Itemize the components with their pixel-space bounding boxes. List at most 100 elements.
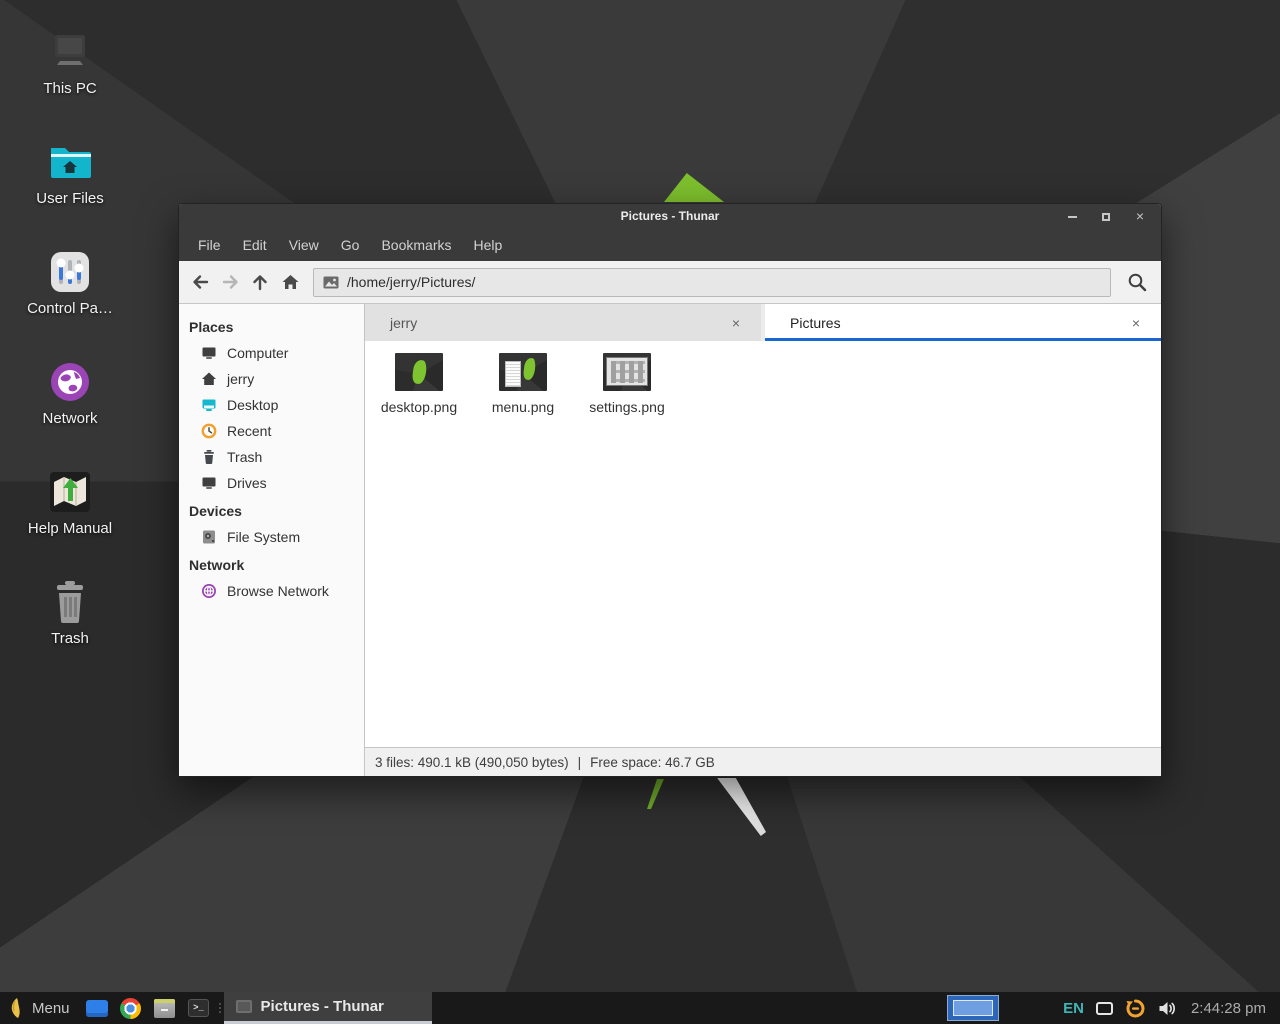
sidebar-item-label: Computer bbox=[227, 345, 288, 361]
window-body: Places Computer jerry bbox=[179, 304, 1161, 776]
status-bar: 3 files: 490.1 kB (490,050 bytes) | Free… bbox=[365, 747, 1161, 776]
desktop-icon-label: Control Pa… bbox=[10, 300, 130, 317]
sidebar-item-desktop[interactable]: Desktop bbox=[179, 392, 364, 418]
tray-display-item[interactable] bbox=[1090, 992, 1119, 1024]
applications-menu-button[interactable]: Menu bbox=[0, 992, 80, 1024]
file-thumbnail bbox=[395, 353, 443, 391]
path-text: /home/jerry/Pictures/ bbox=[347, 274, 475, 290]
tab-bar: jerry × Pictures × bbox=[365, 304, 1161, 341]
search-button[interactable] bbox=[1119, 267, 1155, 297]
tab-close-icon[interactable]: × bbox=[1127, 313, 1145, 333]
launcher-archive[interactable] bbox=[148, 992, 182, 1024]
tab-close-icon[interactable]: × bbox=[727, 313, 745, 333]
filesystem-drive-icon bbox=[201, 529, 217, 545]
desktop-icon-label: Trash bbox=[10, 630, 130, 647]
sidebar-item-home[interactable]: jerry bbox=[179, 366, 364, 392]
path-input[interactable]: /home/jerry/Pictures/ bbox=[313, 268, 1111, 297]
thumbnail-logo-shape bbox=[523, 357, 537, 380]
file-desktop-png[interactable]: desktop.png bbox=[371, 351, 467, 415]
forward-button[interactable] bbox=[215, 267, 245, 297]
active-workspace bbox=[953, 1000, 993, 1016]
tab-label: jerry bbox=[390, 315, 417, 331]
close-button[interactable]: × bbox=[1129, 206, 1151, 228]
user-folder-icon bbox=[46, 140, 94, 184]
menu-edit[interactable]: Edit bbox=[232, 229, 278, 261]
launcher-terminal[interactable]: >_ bbox=[182, 992, 216, 1024]
sidebar-item-computer[interactable]: Computer bbox=[179, 340, 364, 366]
menu-help[interactable]: Help bbox=[463, 229, 514, 261]
taskbar-separator bbox=[216, 992, 224, 1024]
workspace-switcher[interactable] bbox=[947, 995, 999, 1021]
home-button[interactable] bbox=[275, 267, 305, 297]
file-thumbnail bbox=[603, 353, 651, 391]
computer-icon bbox=[201, 345, 217, 361]
image-file-icon bbox=[323, 276, 339, 289]
sidebar-item-trash[interactable]: Trash bbox=[179, 444, 364, 470]
side-pane: Places Computer jerry bbox=[179, 304, 365, 776]
thumbnail-settings-window bbox=[606, 357, 648, 386]
thumbnail-icon-grid bbox=[611, 361, 645, 383]
task-button-thunar[interactable]: Pictures - Thunar bbox=[224, 992, 432, 1024]
speaker-icon bbox=[1158, 1000, 1177, 1017]
up-button[interactable] bbox=[245, 267, 275, 297]
desktop: { "desktop_icons": [ { "label": "This PC… bbox=[0, 0, 1280, 1024]
back-button[interactable] bbox=[185, 267, 215, 297]
launcher-file-manager[interactable] bbox=[80, 992, 114, 1024]
keyboard-layout-indicator[interactable]: EN bbox=[1057, 992, 1090, 1024]
sidebar-item-label: Browse Network bbox=[227, 583, 329, 599]
tab-pictures[interactable]: Pictures × bbox=[765, 304, 1161, 341]
desktop-icon-control-panel[interactable]: Control Pa… bbox=[10, 250, 130, 350]
thunar-window-icon bbox=[236, 1000, 252, 1013]
sidebar-item-label: jerry bbox=[227, 371, 254, 387]
status-separator: | bbox=[578, 755, 582, 770]
desktop-icon-user-files[interactable]: User Files bbox=[10, 140, 130, 240]
menu-view[interactable]: View bbox=[278, 229, 330, 261]
sidebar-item-drives[interactable]: Drives bbox=[179, 470, 364, 496]
sidebar-item-browse-network[interactable]: Browse Network bbox=[179, 578, 364, 604]
launcher-chrome[interactable] bbox=[114, 992, 148, 1024]
tab-jerry[interactable]: jerry × bbox=[365, 304, 761, 341]
wallpaper-logo-fragment-green bbox=[646, 779, 666, 809]
titlebar[interactable]: Pictures - Thunar × bbox=[179, 204, 1161, 229]
tray-updates-item[interactable] bbox=[1119, 992, 1152, 1024]
computer-icon bbox=[46, 30, 94, 74]
desktop-icon-label: User Files bbox=[10, 190, 130, 207]
home-icon bbox=[201, 371, 217, 387]
menubar: File Edit View Go Bookmarks Help bbox=[179, 229, 1161, 261]
file-settings-png[interactable]: settings.png bbox=[579, 351, 675, 415]
desktop-icon-network[interactable]: Network bbox=[10, 360, 130, 460]
recent-clock-icon bbox=[201, 423, 217, 439]
file-view[interactable]: desktop.png menu.png settings.png bbox=[365, 341, 1161, 747]
minimize-button[interactable] bbox=[1061, 206, 1083, 228]
sidebar-item-label: Trash bbox=[227, 449, 262, 465]
file-cabinet-icon bbox=[154, 999, 175, 1018]
clock[interactable]: 2:44:28 pm bbox=[1183, 1000, 1272, 1017]
desktop-icon-help-manual[interactable]: Help Manual bbox=[10, 470, 130, 570]
taskbar-left: Menu >_ Pictures - Thunar bbox=[0, 992, 432, 1024]
sidebar-item-file-system[interactable]: File System bbox=[179, 524, 364, 550]
status-free-space: Free space: 46.7 GB bbox=[590, 755, 715, 770]
menu-go[interactable]: Go bbox=[330, 229, 371, 261]
volume-item[interactable] bbox=[1152, 992, 1183, 1024]
drives-icon bbox=[201, 475, 217, 491]
menu-file[interactable]: File bbox=[187, 229, 232, 261]
file-name: desktop.png bbox=[371, 399, 467, 415]
file-menu-png[interactable]: menu.png bbox=[475, 351, 571, 415]
content-pane: jerry × Pictures × desktop.png bbox=[365, 304, 1161, 776]
file-name: settings.png bbox=[579, 399, 675, 415]
file-name: menu.png bbox=[475, 399, 571, 415]
browse-network-icon bbox=[201, 583, 217, 599]
menu-button-label: Menu bbox=[32, 1000, 70, 1017]
sidebar-item-label: File System bbox=[227, 529, 300, 545]
menu-bookmarks[interactable]: Bookmarks bbox=[370, 229, 462, 261]
desktop-icon-trash[interactable]: Trash bbox=[10, 580, 130, 680]
display-icon bbox=[1096, 1002, 1113, 1015]
maximize-button[interactable] bbox=[1095, 206, 1117, 228]
sidebar-item-recent[interactable]: Recent bbox=[179, 418, 364, 444]
desktop-icon-label: Help Manual bbox=[10, 520, 130, 537]
minimize-icon bbox=[1068, 216, 1077, 218]
taskbar-right: EN 2:44:28 pm bbox=[947, 992, 1280, 1024]
sidebar-header-network: Network bbox=[179, 550, 364, 578]
desktop-icon-this-pc[interactable]: This PC bbox=[10, 30, 130, 130]
toolbar: /home/jerry/Pictures/ bbox=[179, 261, 1161, 304]
